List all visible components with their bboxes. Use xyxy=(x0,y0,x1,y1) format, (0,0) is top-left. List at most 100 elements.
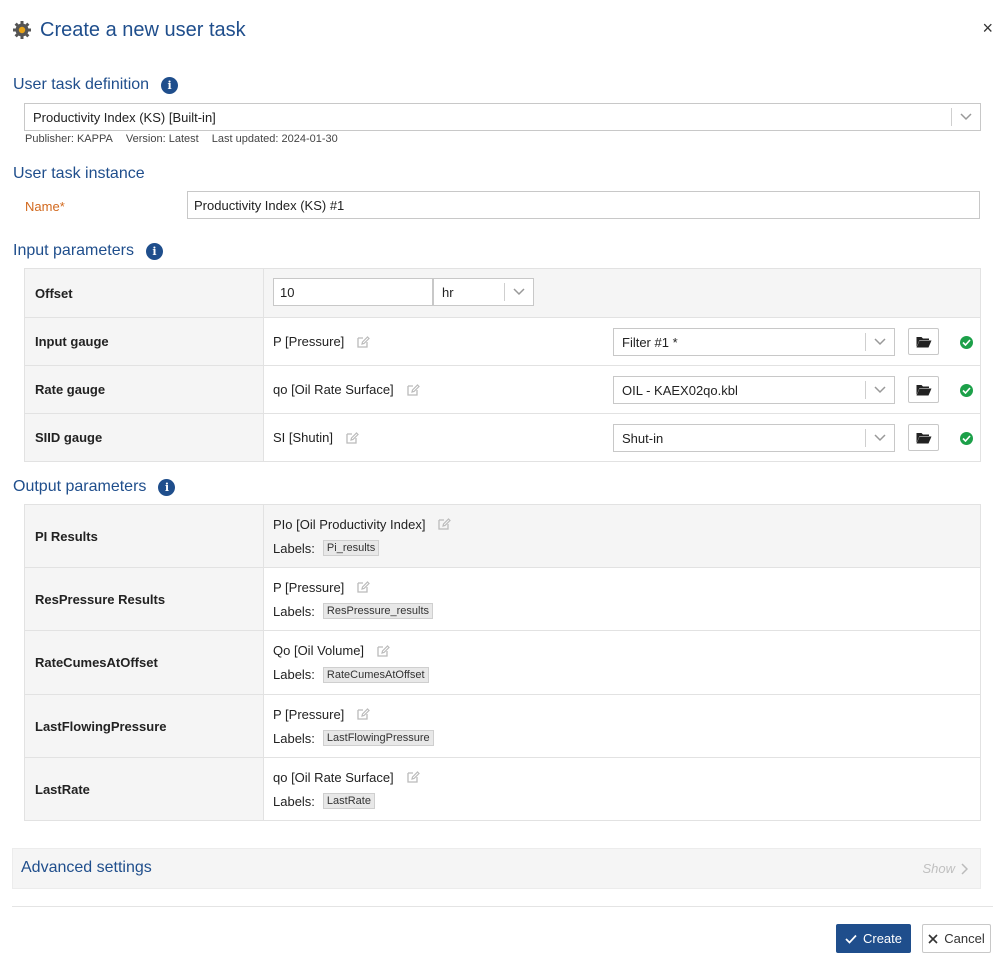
advanced-settings-panel[interactable]: Advanced settings Show xyxy=(12,848,981,889)
browse-button[interactable] xyxy=(908,424,939,451)
edit-icon[interactable] xyxy=(356,707,371,721)
labels-prefix: Labels: xyxy=(273,730,315,746)
output-row: PI Results PIo [Oil Productivity Index] … xyxy=(24,504,981,568)
inputs-heading-text: Input parameters xyxy=(13,242,134,259)
edit-icon[interactable] xyxy=(356,335,371,349)
labels-prefix: Labels: xyxy=(273,540,315,556)
label-tag: LastRate xyxy=(322,793,375,809)
info-icon[interactable]: i xyxy=(161,76,179,94)
task-definition-select[interactable]: Productivity Index (KS) [Built-in] xyxy=(24,103,981,131)
show-label: Show xyxy=(922,861,955,876)
output-label: LastFlowingPressure xyxy=(24,694,264,758)
folder-open-icon xyxy=(916,384,931,395)
advanced-settings-heading: Advanced settings xyxy=(21,859,152,876)
publisher-text: Publisher: KAPPA xyxy=(25,133,113,145)
browse-button[interactable] xyxy=(908,328,939,355)
gauge-source-select[interactable]: OIL - KAEX02qo.kbl xyxy=(613,376,895,404)
gauge-source-value: OIL - KAEX02qo.kbl xyxy=(622,382,738,398)
info-icon[interactable]: i xyxy=(158,478,176,496)
gauge-source-select[interactable]: Shut-in xyxy=(613,424,895,452)
gear-icon xyxy=(13,21,31,39)
required-mark: * xyxy=(59,199,65,214)
instance-heading-text: User task instance xyxy=(13,165,145,182)
cancel-label: Cancel xyxy=(944,931,985,946)
folder-open-icon xyxy=(916,432,931,443)
check-icon xyxy=(845,934,857,944)
version-text: Version: Latest xyxy=(125,133,199,145)
gauge-label: Rate gauge xyxy=(24,365,264,414)
chevron-down-icon xyxy=(866,434,894,442)
task-definition-value: Productivity Index (KS) [Built-in] xyxy=(33,109,216,125)
browse-button[interactable] xyxy=(908,376,939,403)
gauge-row: Rate gauge qo [Oil Rate Surface] OIL - K… xyxy=(24,365,981,414)
output-row: RateCumesAtOffset Qo [Oil Volume] Labels… xyxy=(24,630,981,695)
definition-heading-text: User task definition xyxy=(13,76,150,93)
gauge-source-select[interactable]: Filter #1 * xyxy=(613,328,895,356)
definition-heading: User task definition i xyxy=(13,76,179,94)
dialog-header: Create a new user task xyxy=(12,16,246,44)
output-channel: P [Pressure] xyxy=(273,579,345,595)
footer-divider xyxy=(12,906,993,907)
edit-icon[interactable] xyxy=(437,517,452,531)
inputs-heading: Input parameters i xyxy=(13,242,163,260)
edit-icon[interactable] xyxy=(406,383,420,397)
dialog-title: Create a new user task xyxy=(40,18,246,41)
gauge-label: Input gauge xyxy=(24,317,264,366)
chevron-right-icon xyxy=(961,862,968,875)
instance-heading: User task instance xyxy=(13,165,145,183)
chevron-down-icon xyxy=(952,113,980,121)
edit-icon[interactable] xyxy=(406,770,420,784)
show-toggle[interactable]: Show xyxy=(922,861,968,876)
check-circle-icon xyxy=(960,336,973,349)
offset-input[interactable] xyxy=(273,278,433,306)
output-label: LastRate xyxy=(24,757,264,821)
labels-prefix: Labels: xyxy=(273,603,315,619)
output-parameters-table: PI Results PIo [Oil Productivity Index] … xyxy=(24,504,981,821)
output-channel: PIo [Oil Productivity Index] xyxy=(273,516,426,532)
output-row: LastRate qo [Oil Rate Surface] Labels: La… xyxy=(24,757,981,821)
chevron-down-icon xyxy=(505,288,533,296)
gauge-channel: P [Pressure] xyxy=(273,334,345,349)
label-tag: RateCumesAtOffset xyxy=(322,666,429,683)
output-channel: qo [Oil Rate Surface] xyxy=(273,769,394,785)
cancel-button[interactable]: Cancel xyxy=(922,924,991,953)
create-button[interactable]: Create xyxy=(836,924,911,953)
output-channel: P [Pressure] xyxy=(273,706,345,722)
input-parameters-table: Offset hr Input gauge P [Pressure] Filte… xyxy=(24,268,981,462)
gauge-source-value: Shut-in xyxy=(622,430,664,446)
gauge-label: SIID gauge xyxy=(24,413,264,462)
output-label: ResPressure Results xyxy=(24,567,264,631)
labels-prefix: Labels: xyxy=(273,667,315,682)
definition-meta: Publisher: KAPPA Version: Latest Last up… xyxy=(25,133,348,145)
updated-text: Last updated: 2024-01-30 xyxy=(211,133,338,145)
output-row: ResPressure Results P [Pressure] Labels:… xyxy=(24,567,981,631)
label-tag: LastFlowingPressure xyxy=(322,730,434,746)
name-label: Name* xyxy=(25,199,65,214)
output-label: RateCumesAtOffset xyxy=(24,630,264,695)
close-button[interactable]: × xyxy=(982,18,993,38)
edit-icon[interactable] xyxy=(345,431,359,445)
chevron-down-icon xyxy=(866,386,894,394)
label-tag: Pi_results xyxy=(322,540,380,556)
offset-unit-select[interactable]: hr xyxy=(433,278,534,306)
offset-label: Offset xyxy=(24,268,264,318)
chevron-down-icon xyxy=(866,338,894,346)
edit-icon[interactable] xyxy=(376,644,390,658)
gauge-channel: qo [Oil Rate Surface] xyxy=(273,382,394,397)
edit-icon[interactable] xyxy=(356,580,371,594)
outputs-heading: Output parameters i xyxy=(13,478,176,496)
outputs-heading-text: Output parameters xyxy=(13,478,147,495)
create-label: Create xyxy=(862,931,903,946)
output-label: PI Results xyxy=(24,504,264,568)
label-tag: ResPressure_results xyxy=(322,603,434,619)
check-circle-icon xyxy=(960,432,973,445)
gauge-row: SIID gauge SI [Shutin] Shut-in xyxy=(24,413,981,462)
gauge-row: Input gauge P [Pressure] Filter #1 * xyxy=(24,317,981,366)
gauge-source-value: Filter #1 * xyxy=(622,334,678,350)
labels-prefix: Labels: xyxy=(273,793,315,809)
close-icon xyxy=(928,933,938,944)
info-icon[interactable]: i xyxy=(145,242,163,260)
check-circle-icon xyxy=(960,384,973,397)
offset-unit-value: hr xyxy=(442,284,454,300)
name-input[interactable] xyxy=(187,191,980,219)
